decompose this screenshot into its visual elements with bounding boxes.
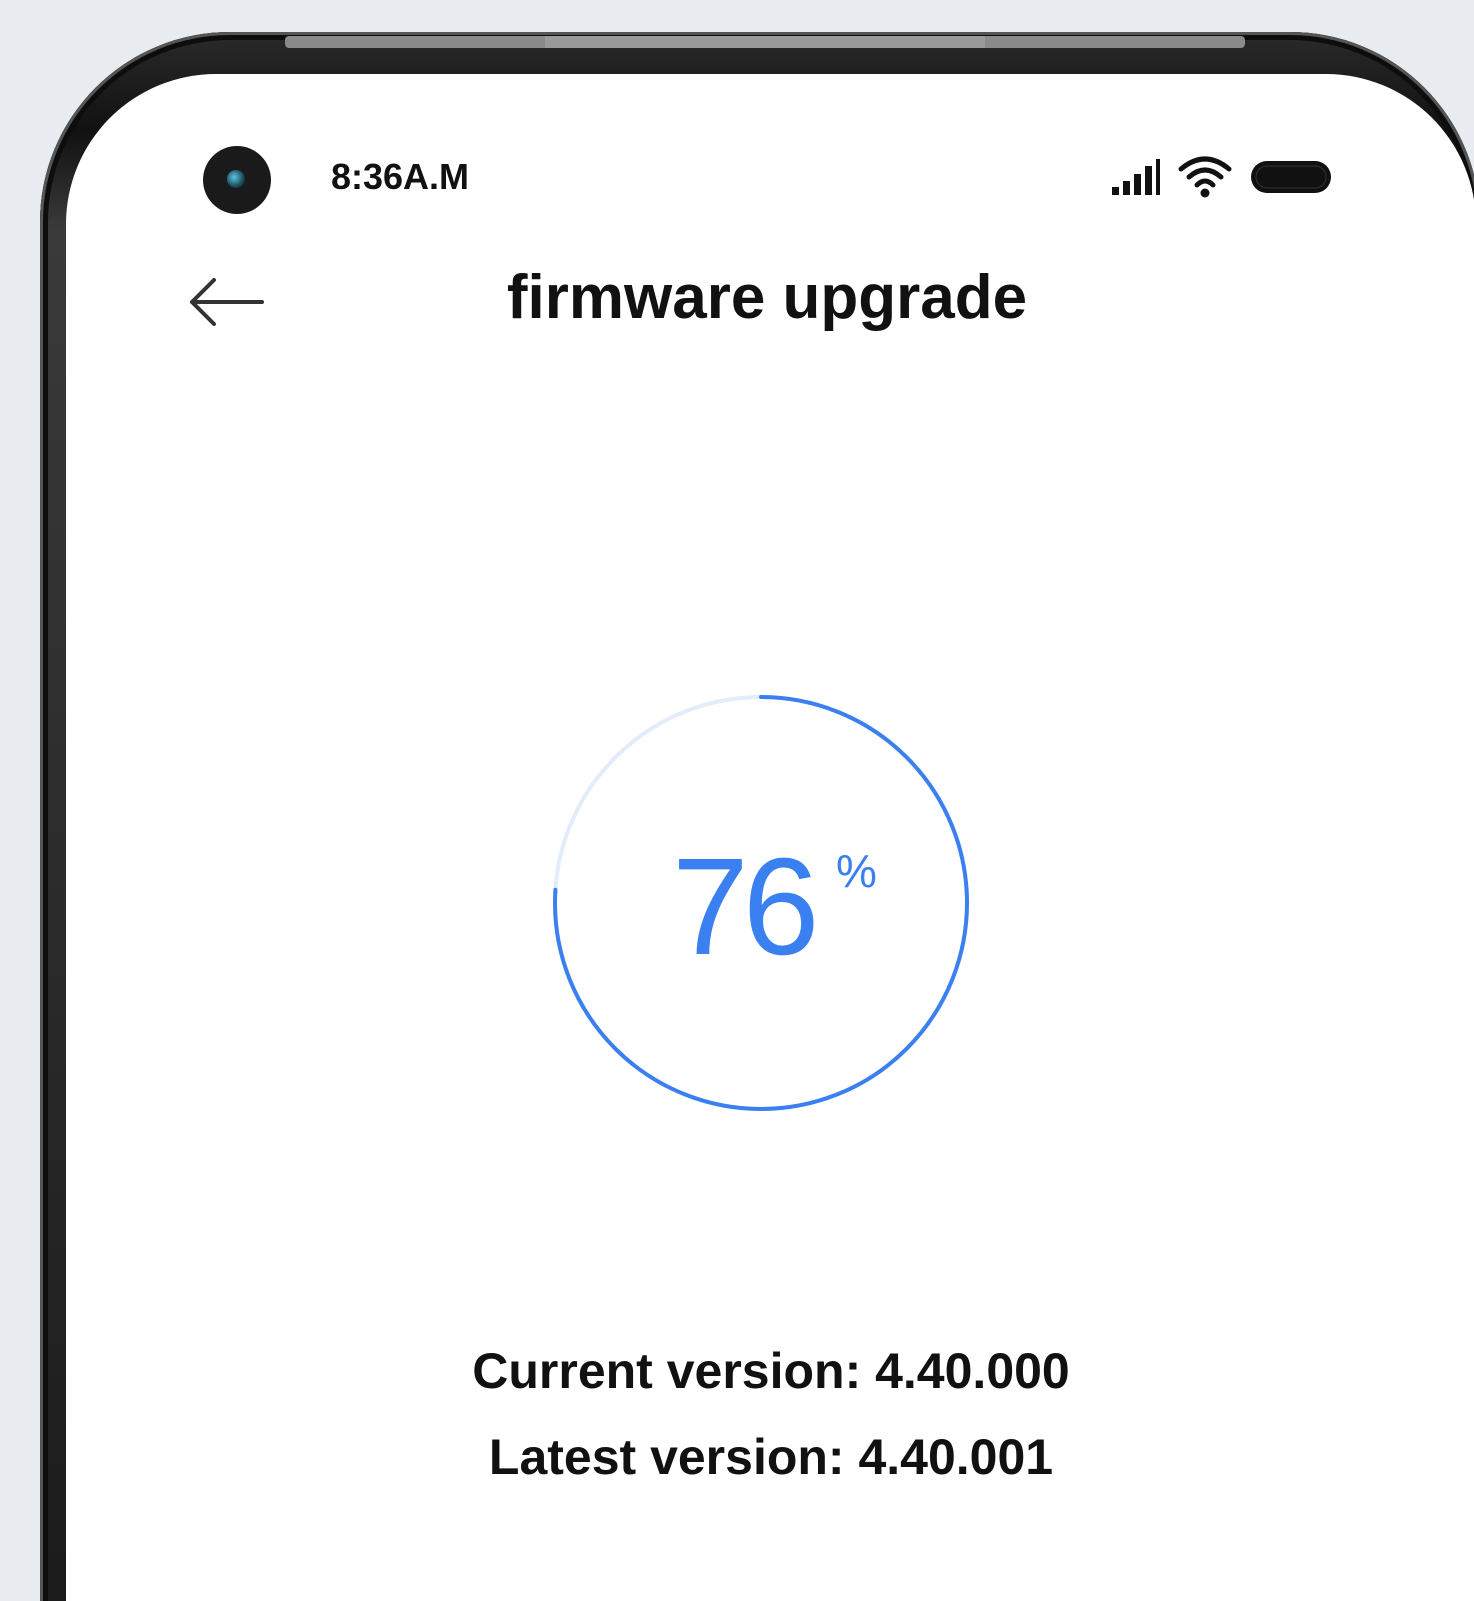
camera-icon bbox=[203, 146, 271, 214]
battery-icon bbox=[1248, 156, 1336, 203]
progress-ring: 76 % bbox=[546, 688, 976, 1118]
version-info: Current version: 4.40.000 Latest version… bbox=[66, 1328, 1474, 1500]
phone-screen: 8:36A.M firmware upgrade 76 % Current ve… bbox=[66, 74, 1474, 1601]
progress-unit: % bbox=[836, 845, 877, 897]
status-icons bbox=[1110, 154, 1336, 204]
page-title: firmware upgrade bbox=[506, 263, 1028, 332]
status-time: 8:36A.M bbox=[331, 156, 470, 197]
progress-value: 76 bbox=[672, 830, 819, 984]
current-version: Current version: 4.40.000 bbox=[472, 1343, 1070, 1399]
app-stage: 8:36A.M firmware upgrade 76 % Current ve… bbox=[0, 0, 1474, 1601]
latest-version: Latest version: 4.40.001 bbox=[488, 1429, 1054, 1485]
wifi-icon bbox=[1178, 155, 1232, 204]
signal-icon bbox=[1110, 157, 1162, 202]
phone-top-edge bbox=[285, 36, 1245, 48]
